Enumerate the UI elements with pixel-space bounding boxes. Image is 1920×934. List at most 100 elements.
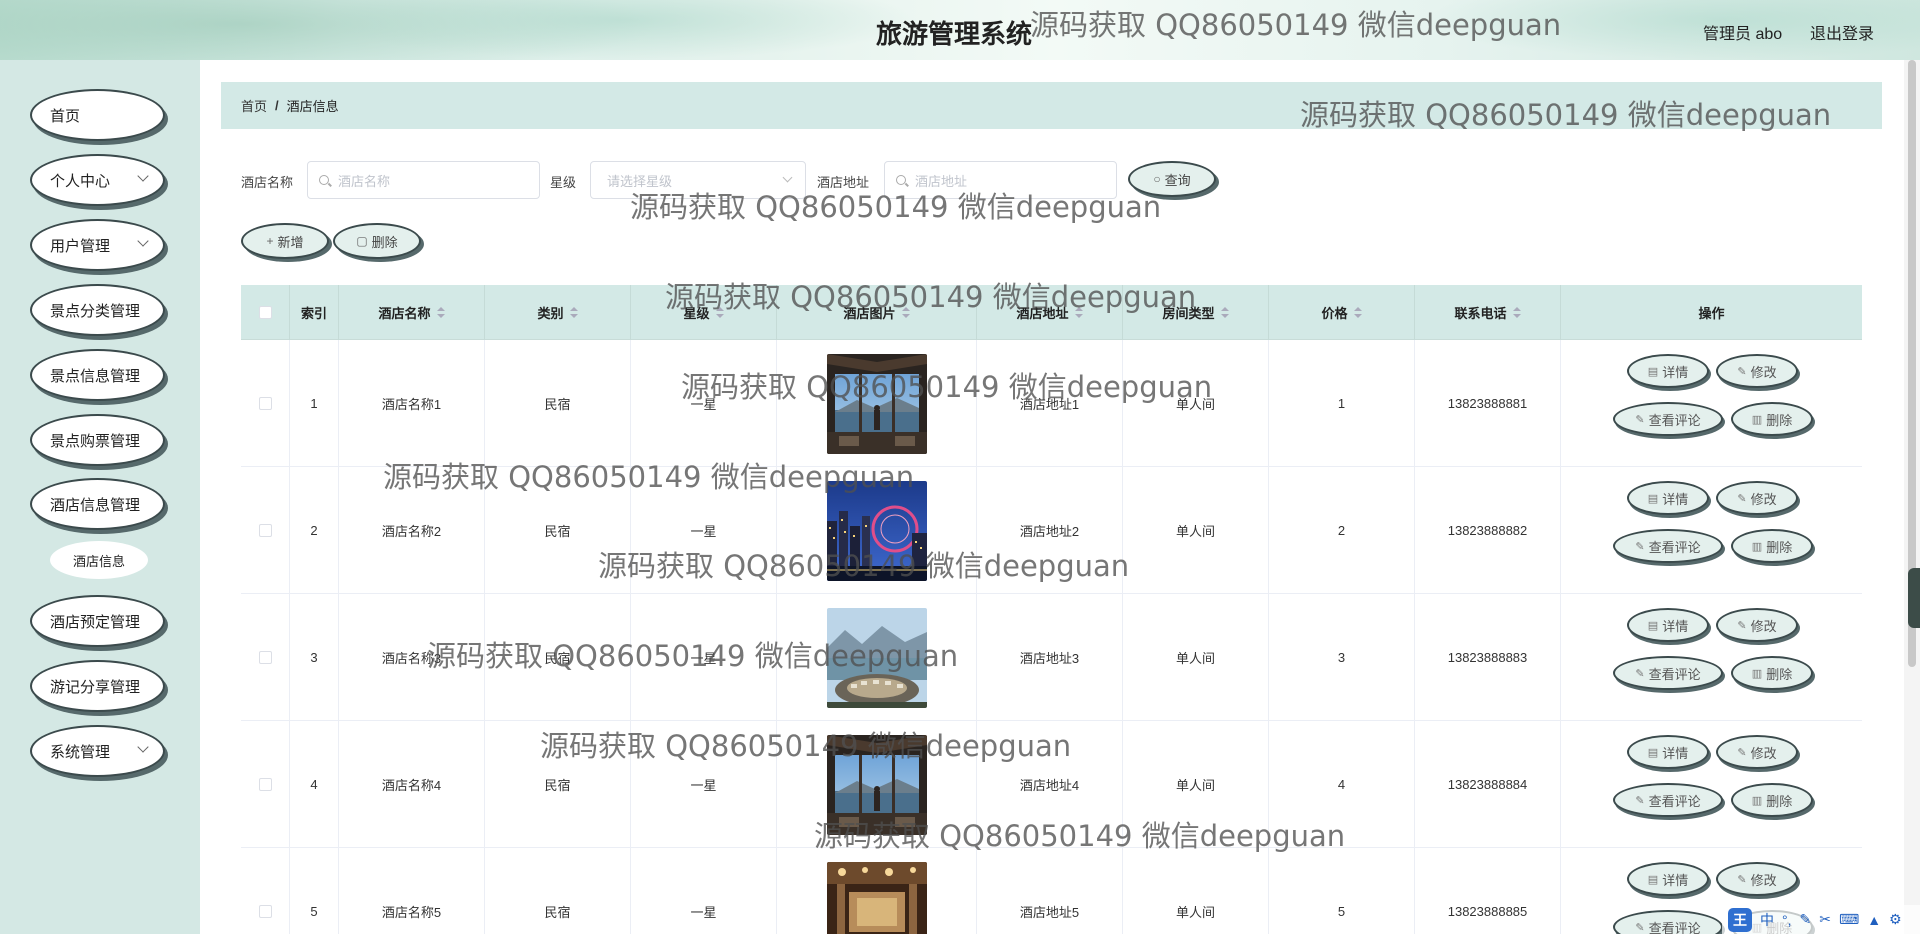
row-delete-button[interactable]: ▥删除 [1731, 783, 1813, 817]
sidebar-item-scenic-info[interactable]: 景点信息管理 [30, 349, 165, 401]
sidebar-item-user-management[interactable]: 用户管理 [30, 219, 165, 271]
chevron-down-icon [782, 172, 793, 183]
hotel-address-input[interactable]: 酒店地址 [884, 161, 1117, 199]
row-delete-button[interactable]: ▥删除 [1731, 529, 1813, 563]
sidebar-item-hotel-info[interactable]: 酒店信息管理 [30, 478, 165, 530]
edit-icon: ✎ [1635, 667, 1645, 680]
hotel-name-input[interactable]: 酒店名称 [307, 161, 540, 199]
hotel-image[interactable] [826, 861, 927, 934]
query-button[interactable]: ○ 查询 [1128, 161, 1216, 197]
sidebar-item-travel-notes[interactable]: 游记分享管理 [30, 660, 165, 712]
sort-icon[interactable] [1074, 306, 1083, 319]
table-row: 5 酒店名称5 民宿 一星 酒店地址5 单人间 5 13823888885 ▤ 详情 ✎ 修改 ✎ 查看评… [241, 848, 1862, 934]
column-header-room-type[interactable]: 房间类型 [1123, 285, 1269, 340]
sidebar-subitem-hotel-info[interactable]: 酒店信息 [50, 541, 148, 579]
side-float-handle[interactable] [1908, 568, 1920, 628]
row-delete-button-label: 删除 [1766, 666, 1793, 682]
cell-category: 民宿 [485, 594, 631, 721]
delete-button[interactable]: ▢ 删除 [333, 223, 421, 259]
ime-skin-icon[interactable]: ▲ [1867, 912, 1881, 928]
row-checkbox[interactable] [258, 651, 272, 664]
cell-star: 一星 [631, 594, 777, 721]
view-reviews-button[interactable]: ✎ 查看评论 [1613, 402, 1723, 436]
detail-button-label: 详情 [1662, 618, 1689, 634]
star-placeholder: 请选择星级 [607, 173, 673, 189]
detail-button[interactable]: ▤ 详情 [1627, 862, 1709, 896]
cell-image [777, 594, 977, 721]
sidebar-item-label: 景点信息管理 [50, 367, 141, 385]
column-header-image[interactable]: 酒店图片 [777, 285, 977, 340]
view-reviews-button-label: 查看评论 [1648, 666, 1701, 682]
view-reviews-button[interactable]: ✎ 查看评论 [1613, 529, 1723, 563]
ime-logo-icon[interactable]: 王 [1728, 907, 1752, 932]
column-header-label: 酒店地址 [1016, 306, 1069, 321]
trash-icon: ▢ [356, 234, 368, 248]
sort-icon[interactable] [1512, 306, 1521, 319]
column-header-label: 价格 [1321, 306, 1348, 321]
view-reviews-button[interactable]: ✎ 查看评论 [1613, 783, 1723, 817]
sort-icon[interactable] [715, 306, 724, 319]
hotel-image[interactable] [826, 607, 927, 708]
sidebar-item-hotel-booking[interactable]: 酒店预定管理 [30, 595, 165, 647]
ime-settings-icon[interactable]: ⚙ [1889, 911, 1902, 928]
ime-pen-icon[interactable]: ✎ [1800, 911, 1812, 928]
breadcrumb-home[interactable]: 首页 [241, 96, 267, 115]
detail-button[interactable]: ▤ 详情 [1627, 481, 1709, 515]
view-reviews-button[interactable]: ✎ 查看评论 [1613, 910, 1723, 934]
sort-icon[interactable] [436, 306, 445, 319]
hotel-image[interactable] [826, 480, 927, 581]
column-header-label: 操作 [1698, 306, 1725, 321]
sidebar-item-personal-center[interactable]: 个人中心 [30, 154, 165, 206]
logout-button[interactable]: 退出登录 [1810, 20, 1874, 44]
detail-button[interactable]: ▤ 详情 [1627, 608, 1709, 642]
column-header-star[interactable]: 星级 [631, 285, 777, 340]
column-header-label: 类别 [537, 306, 564, 321]
row-checkbox[interactable] [258, 905, 272, 918]
edit-button[interactable]: ✎ 修改 [1716, 354, 1798, 388]
sort-icon[interactable] [901, 306, 910, 319]
hotel-image[interactable] [826, 353, 927, 454]
sidebar-item-system[interactable]: 系统管理 [30, 725, 165, 777]
cell-price: 2 [1269, 467, 1415, 594]
row-checkbox[interactable] [258, 397, 272, 410]
column-header-address[interactable]: 酒店地址 [977, 285, 1123, 340]
ime-mode-indicator[interactable]: 中 [1760, 910, 1774, 930]
breadcrumb-current: 酒店信息 [286, 99, 339, 114]
ime-punctuation-icon[interactable]: °, [1782, 912, 1792, 928]
select-all-checkbox[interactable] [258, 306, 272, 319]
row-delete-button[interactable]: ▥删除 [1731, 402, 1813, 436]
sidebar-item-scenic-ticket[interactable]: 景点购票管理 [30, 414, 165, 466]
edit-button[interactable]: ✎ 修改 [1716, 608, 1798, 642]
column-header-hotel-name[interactable]: 酒店名称 [339, 285, 485, 340]
add-button[interactable]: + 新增 [241, 223, 329, 259]
row-delete-button[interactable]: ▥删除 [1731, 656, 1813, 690]
column-header-phone[interactable]: 联系电话 [1415, 285, 1561, 340]
sort-icon[interactable] [569, 306, 578, 319]
hotel-image[interactable] [826, 734, 927, 835]
column-header-label: 索引 [300, 306, 327, 321]
edit-button-label: 修改 [1750, 745, 1777, 761]
edit-button[interactable]: ✎ 修改 [1716, 735, 1798, 769]
detail-button[interactable]: ▤ 详情 [1627, 354, 1709, 388]
star-select[interactable]: 请选择星级 [590, 161, 806, 199]
edit-icon: ✎ [1737, 746, 1747, 759]
edit-icon: ✎ [1737, 365, 1747, 378]
sidebar-item-home[interactable]: 首页 [30, 89, 165, 141]
sidebar-item-scenic-category[interactable]: 景点分类管理 [30, 284, 165, 336]
cell-room-type: 单人间 [1123, 467, 1269, 594]
detail-button[interactable]: ▤ 详情 [1627, 735, 1709, 769]
cell-room-type: 单人间 [1123, 594, 1269, 721]
edit-button[interactable]: ✎ 修改 [1716, 481, 1798, 515]
row-checkbox[interactable] [258, 524, 272, 537]
cell-address: 酒店地址2 [977, 467, 1123, 594]
view-reviews-button[interactable]: ✎ 查看评论 [1613, 656, 1723, 690]
row-checkbox[interactable] [258, 778, 272, 791]
sort-icon[interactable] [1220, 306, 1229, 319]
column-header-price[interactable]: 价格 [1269, 285, 1415, 340]
ime-keyboard-icon[interactable]: ⌨ [1839, 911, 1859, 928]
sort-icon[interactable] [1353, 306, 1362, 319]
cell-price: 1 [1269, 340, 1415, 467]
column-header-category[interactable]: 类别 [485, 285, 631, 340]
edit-button[interactable]: ✎ 修改 [1716, 862, 1798, 896]
ime-scissors-icon[interactable]: ✂ [1819, 911, 1831, 928]
